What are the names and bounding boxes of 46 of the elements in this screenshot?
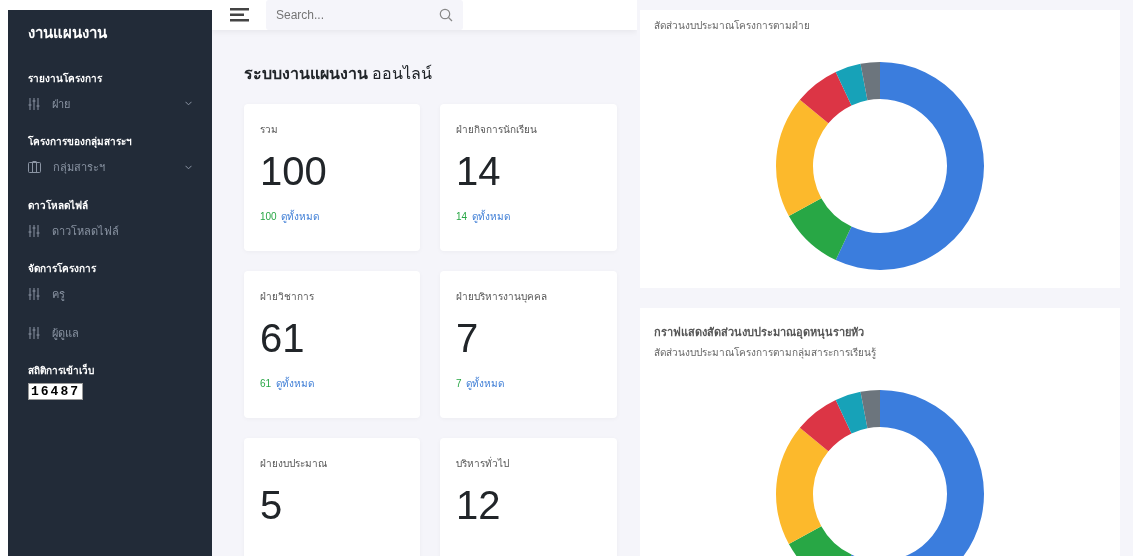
sidebar-item[interactable]: ฝ่าย xyxy=(28,95,192,112)
section-heading: รายงานโครงการ xyxy=(28,71,103,86)
search-field[interactable]: Search... xyxy=(266,0,463,30)
stat-value: 14 xyxy=(456,151,502,191)
stat-title: ฝ่ายวิชาการ xyxy=(260,290,315,304)
sliders-icon xyxy=(28,97,40,110)
view-all-link[interactable]: ดูทั้งหมด xyxy=(471,211,510,222)
counter-label: สถิติการเข้าเว็บ xyxy=(28,363,95,378)
stat-count: 61 xyxy=(260,378,272,389)
visit-counter: 16487 xyxy=(28,383,83,400)
stat-title: ฝ่ายบริหารงานบุคคล xyxy=(456,290,548,304)
stat-title: ฝ่ายกิจการนักเรียน xyxy=(456,123,538,137)
chart-heading: กราฟแสดงสัดส่วนงบประมาณอุดหนุนรายหัว xyxy=(654,325,865,341)
stat-title: ฝ่ายงบประมาณ xyxy=(260,457,328,471)
view-all-link[interactable]: ดูทั้งหมด xyxy=(281,211,320,222)
chevron-down-icon[interactable] xyxy=(185,101,192,107)
search-icon[interactable] xyxy=(439,8,453,22)
section-heading: จัดการโครงการ xyxy=(28,262,97,276)
page-title: ระบบงานแผนงาน ออนไลน์ xyxy=(244,63,434,84)
chart-title: สัดส่วนงบประมาณโครงการตามกลุ่มสาระการเรียนรู้ xyxy=(654,345,877,360)
stat-value: 7 xyxy=(456,318,480,358)
stat-count: 7 xyxy=(456,378,462,389)
stat-title: บริหารทั่วไป xyxy=(456,456,510,471)
view-all-link[interactable]: ดูทั้งหมด xyxy=(466,378,504,389)
sidebar-item[interactable]: ครู xyxy=(28,286,192,303)
sidebar-item[interactable]: ผู้ดูแล xyxy=(28,324,192,341)
stat-value: 5 xyxy=(260,485,284,525)
sidebar-item[interactable]: กลุ่มสาระฯ xyxy=(28,159,192,176)
sliders-icon xyxy=(28,224,40,237)
section-heading: ดาวโหลดไฟล์ xyxy=(28,198,89,213)
stat-count: 14 xyxy=(456,211,468,222)
stat-title: รวม xyxy=(260,123,279,137)
stat-value: 61 xyxy=(260,318,306,358)
sliders-icon xyxy=(28,326,40,339)
chart-title: สัดส่วนงบประมาณโครงการตามฝ่าย xyxy=(654,19,811,33)
stat-count: 100 xyxy=(260,211,277,222)
sliders-icon xyxy=(28,288,40,301)
stat-value: 12 xyxy=(456,485,502,525)
sidebar-title: งานแผนงาน xyxy=(28,23,108,43)
section-heading: โครงการของกลุ่มสาระฯ xyxy=(28,135,133,149)
sidebar-item[interactable]: ดาวโหลดไฟล์ xyxy=(28,222,192,239)
chevron-down-icon[interactable] xyxy=(185,164,192,170)
stat-value: 100 xyxy=(260,151,328,191)
columns-icon xyxy=(28,161,41,174)
menu-icon[interactable] xyxy=(230,8,250,22)
view-all-link[interactable]: ดูทั้งหมด xyxy=(275,378,314,389)
